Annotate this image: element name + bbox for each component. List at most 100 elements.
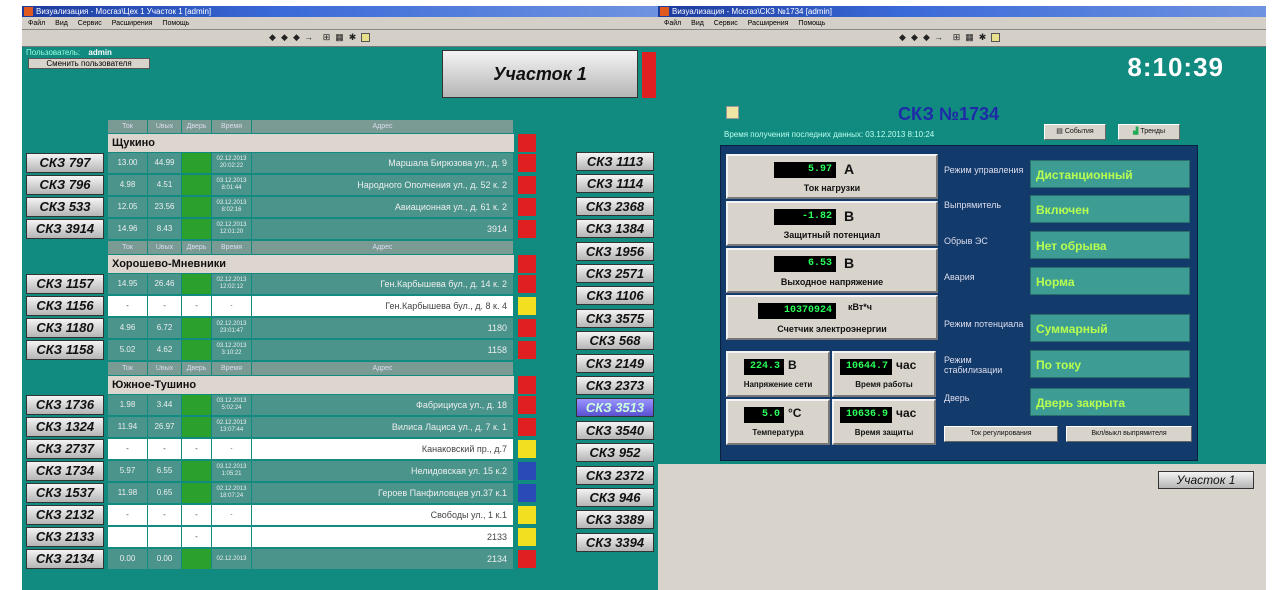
menu-view[interactable]: Вид xyxy=(55,20,68,27)
status-indicator xyxy=(518,154,536,172)
uout-cell: 0.00 xyxy=(148,549,182,569)
chart-icon[interactable] xyxy=(361,33,370,42)
time-cell: 03.12.2013 1:05:21 xyxy=(212,461,252,481)
trends-button[interactable]: ▟ Тренды xyxy=(1118,124,1180,140)
station-list-item[interactable]: СКЗ 2571 xyxy=(576,264,654,283)
tools-icon[interactable]: ✱ xyxy=(348,33,357,42)
station-button[interactable]: СКЗ 2737 xyxy=(26,439,104,459)
menu-help[interactable]: Помощь xyxy=(162,20,189,27)
time-cell: 02.12.2013 23:01:47 xyxy=(212,318,252,338)
door-indicator xyxy=(182,318,212,338)
station-button[interactable]: СКЗ 1180 xyxy=(26,318,104,338)
station-button[interactable]: СКЗ 796 xyxy=(26,175,104,195)
menu-help[interactable]: Помощь xyxy=(798,20,825,27)
section-link-button[interactable]: Участок 1 xyxy=(1158,471,1254,489)
column-header: Ток нагрузки xyxy=(108,362,148,385)
station-list-item[interactable]: СКЗ 952 xyxy=(576,443,654,463)
uout-cell: 3.44 xyxy=(148,395,182,415)
regulation-current-button[interactable]: Ток регулирования xyxy=(944,426,1058,442)
station-list-item[interactable]: СКЗ 2149 xyxy=(576,353,654,373)
uout-cell: - xyxy=(148,296,182,316)
uout-cell: - xyxy=(148,505,182,525)
station-list-item[interactable]: СКЗ 1384 xyxy=(576,219,654,239)
change-user-button[interactable]: Сменить пользователя xyxy=(28,58,150,69)
station-list-item[interactable]: СКЗ 1113 xyxy=(576,152,654,171)
back-icon[interactable]: ◆ xyxy=(898,33,907,42)
status-indicator xyxy=(518,220,536,238)
door-indicator xyxy=(182,175,212,195)
rectifier-toggle-button[interactable]: Вкл/выкл выпрямителя xyxy=(1066,426,1192,442)
station-button[interactable]: СКЗ 1324 xyxy=(26,417,104,437)
station-list-item[interactable]: СКЗ 3394 xyxy=(576,532,654,552)
overview-menubar: Файл Вид Сервис Расширения Помощь xyxy=(22,17,658,30)
station-button[interactable]: СКЗ 1537 xyxy=(26,483,104,503)
station-list-item[interactable]: СКЗ 3389 xyxy=(576,510,654,530)
menu-service[interactable]: Сервис xyxy=(78,20,102,27)
station-list-item[interactable]: СКЗ 1956 xyxy=(576,241,654,261)
station-button[interactable]: СКЗ 533 xyxy=(26,197,104,217)
events-button[interactable]: ▤ События xyxy=(1044,124,1106,140)
menu-file[interactable]: Файл xyxy=(28,20,45,27)
app-icon xyxy=(660,7,669,16)
uout-cell: 23.56 xyxy=(148,197,182,217)
small-measure-unit: В xyxy=(788,358,797,372)
station-button[interactable]: СКЗ 1734 xyxy=(26,461,104,481)
time-cell: 02.12.2013 12:02:12 xyxy=(212,274,252,294)
station-button[interactable]: СКЗ 3914 xyxy=(26,219,104,239)
menu-extensions[interactable]: Расширения xyxy=(748,20,789,27)
current-cell: 1.98 xyxy=(108,395,148,415)
section-button[interactable]: Участок 1 xyxy=(442,50,638,98)
menu-view[interactable]: Вид xyxy=(691,20,704,27)
forward-icon[interactable]: ◆ xyxy=(910,33,919,42)
station-button[interactable]: СКЗ 1158 xyxy=(26,340,104,360)
status-label: Дверь xyxy=(944,393,970,403)
address-cell: Нелидовская ул. 15 к.2 xyxy=(252,461,514,481)
station-button[interactable]: СКЗ 797 xyxy=(26,153,104,173)
column-header: Дверь xyxy=(182,120,212,133)
door-indicator xyxy=(182,219,212,239)
note-icon[interactable] xyxy=(726,106,739,119)
door-indicator: - xyxy=(182,296,212,316)
back-icon[interactable]: ◆ xyxy=(268,33,277,42)
station-button[interactable]: СКЗ 1736 xyxy=(26,395,104,415)
tools-icon[interactable]: ✱ xyxy=(978,33,987,42)
menu-extensions[interactable]: Расширения xyxy=(112,20,153,27)
tree-icon[interactable]: ⊞ xyxy=(322,33,331,42)
station-list-item[interactable]: СКЗ 1106 xyxy=(576,286,654,306)
up-icon[interactable]: ◆ xyxy=(922,33,931,42)
station-button[interactable]: СКЗ 1156 xyxy=(26,296,104,316)
station-list-item[interactable]: СКЗ 3513 xyxy=(576,398,654,418)
station-list-item[interactable]: СКЗ 3540 xyxy=(576,420,654,440)
station-list-item[interactable]: СКЗ 946 xyxy=(576,488,654,507)
station-button[interactable]: СКЗ 1157 xyxy=(26,274,104,294)
station-list-item[interactable]: СКЗ 2372 xyxy=(576,465,654,485)
menu-service[interactable]: Сервис xyxy=(714,20,738,27)
station-button[interactable]: СКЗ 2133 xyxy=(26,527,104,547)
station-list-item[interactable]: СКЗ 2373 xyxy=(576,376,654,395)
station-list-item[interactable]: СКЗ 1114 xyxy=(576,174,654,194)
grid-icon[interactable]: ▦ xyxy=(335,33,344,42)
column-header: Время связи xyxy=(212,241,252,264)
station-list-item[interactable]: СКЗ 2368 xyxy=(576,196,654,216)
grid-icon[interactable]: ▦ xyxy=(965,33,974,42)
station-list-item[interactable]: СКЗ 568 xyxy=(576,331,654,351)
station-menubar: Файл Вид Сервис Расширения Помощь xyxy=(658,17,1266,30)
address-cell: 2133 xyxy=(252,527,514,547)
address-cell: 1180 xyxy=(252,318,514,338)
forward-icon[interactable]: ◆ xyxy=(280,33,289,42)
menu-file[interactable]: Файл xyxy=(664,20,681,27)
station-button[interactable]: СКЗ 2132 xyxy=(26,505,104,525)
right-arrow-icon[interactable]: → xyxy=(304,33,313,42)
right-arrow-icon[interactable]: → xyxy=(934,33,943,42)
time-cell: 03.12.2013 5:02:24 xyxy=(212,395,252,415)
station-list-item[interactable]: СКЗ 3575 xyxy=(576,308,654,328)
tree-icon[interactable]: ⊞ xyxy=(952,33,961,42)
measure-unit: А xyxy=(844,161,855,177)
status-label: Режим потенциала xyxy=(944,319,1024,329)
chart-icon[interactable] xyxy=(991,33,1000,42)
measure-label: Счетчик электроэнергии xyxy=(777,324,887,334)
current-cell: 14.95 xyxy=(108,274,148,294)
station-button[interactable]: СКЗ 2134 xyxy=(26,549,104,569)
up-icon[interactable]: ◆ xyxy=(292,33,301,42)
time-cell xyxy=(212,527,252,547)
